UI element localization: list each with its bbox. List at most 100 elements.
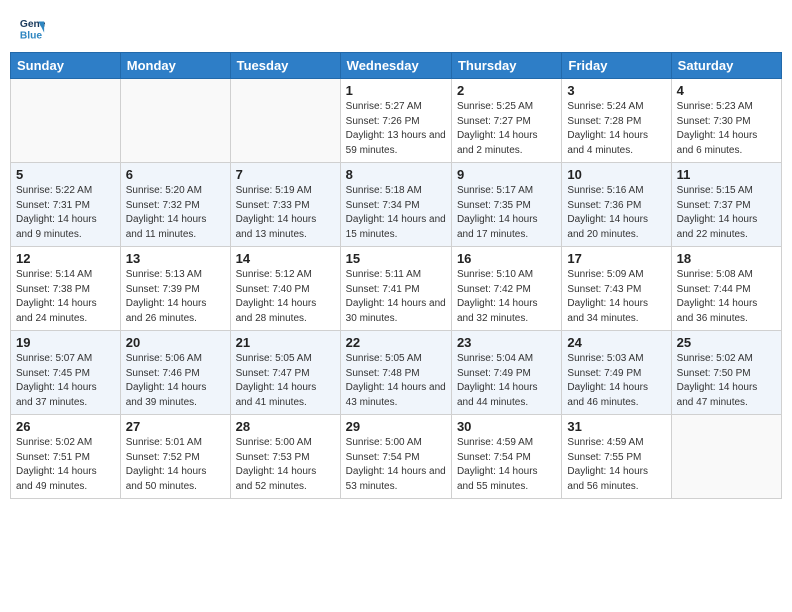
sunrise-text: Sunrise: 5:13 AM bbox=[126, 268, 225, 283]
calendar-day-cell: 14Sunrise: 5:12 AMSunset: 7:40 PMDayligh… bbox=[230, 247, 340, 331]
day-info: Sunrise: 4:59 AMSunset: 7:54 PMDaylight:… bbox=[457, 436, 556, 494]
day-number: 17 bbox=[567, 251, 665, 266]
sunrise-text: Sunrise: 5:07 AM bbox=[16, 352, 115, 367]
daylight-text: Daylight: 14 hours and 36 minutes. bbox=[677, 297, 776, 326]
day-number: 16 bbox=[457, 251, 556, 266]
calendar-day-cell: 28Sunrise: 5:00 AMSunset: 7:53 PMDayligh… bbox=[230, 415, 340, 499]
day-number: 2 bbox=[457, 83, 556, 98]
day-info: Sunrise: 5:25 AMSunset: 7:27 PMDaylight:… bbox=[457, 100, 556, 158]
daylight-text: Daylight: 14 hours and 17 minutes. bbox=[457, 213, 556, 242]
sunset-text: Sunset: 7:55 PM bbox=[567, 451, 665, 466]
empty-day-cell bbox=[11, 79, 121, 163]
day-number: 29 bbox=[346, 419, 446, 434]
day-number: 6 bbox=[126, 167, 225, 182]
calendar-day-cell: 1Sunrise: 5:27 AMSunset: 7:26 PMDaylight… bbox=[340, 79, 451, 163]
calendar-day-cell: 17Sunrise: 5:09 AMSunset: 7:43 PMDayligh… bbox=[562, 247, 671, 331]
calendar-day-cell: 2 Sunrise: 5:25 AMSunset: 7:27 PMDaylight… bbox=[451, 79, 561, 163]
sunset-text: Sunset: 7:46 PM bbox=[126, 367, 225, 382]
day-number: 26 bbox=[16, 419, 115, 434]
daylight-text: Daylight: 14 hours and 41 minutes. bbox=[236, 381, 335, 410]
day-info: Sunrise: 5:04 AMSunset: 7:49 PMDaylight:… bbox=[457, 352, 556, 410]
calendar-week-row: 1Sunrise: 5:27 AMSunset: 7:26 PMDaylight… bbox=[11, 79, 782, 163]
sunset-text: Sunset: 7:39 PM bbox=[126, 283, 225, 298]
sunrise-text: Sunrise: 5:20 AM bbox=[126, 184, 225, 199]
day-number: 27 bbox=[126, 419, 225, 434]
sunset-text: Sunset: 7:31 PM bbox=[16, 199, 115, 214]
sunrise-text: Sunrise: 5:11 AM bbox=[346, 268, 446, 283]
calendar-day-cell: 16 Sunrise: 5:10 AMSunset: 7:42 PMDayligh… bbox=[451, 247, 561, 331]
calendar-week-row: 12Sunrise: 5:14 AMSunset: 7:38 PMDayligh… bbox=[11, 247, 782, 331]
day-info: Sunrise: 5:01 AMSunset: 7:52 PMDaylight:… bbox=[126, 436, 225, 494]
calendar-day-cell: 4Sunrise: 5:23 AMSunset: 7:30 PMDaylight… bbox=[671, 79, 781, 163]
calendar-day-cell: 18Sunrise: 5:08 AMSunset: 7:44 PMDayligh… bbox=[671, 247, 781, 331]
sunset-text: Sunset: 7:43 PM bbox=[567, 283, 665, 298]
weekday-header-wednesday: Wednesday bbox=[340, 53, 451, 79]
sunset-text: Sunset: 7:40 PM bbox=[236, 283, 335, 298]
sunset-text: Sunset: 7:28 PM bbox=[567, 115, 665, 130]
calendar-day-cell: 27 Sunrise: 5:01 AMSunset: 7:52 PMDayligh… bbox=[120, 415, 230, 499]
sunrise-text: Sunrise: 5:18 AM bbox=[346, 184, 446, 199]
calendar-day-cell: 25Sunrise: 5:02 AMSunset: 7:50 PMDayligh… bbox=[671, 331, 781, 415]
sunrise-text: Sunrise: 5:04 AM bbox=[457, 352, 556, 367]
sunrise-text: Sunrise: 5:05 AM bbox=[236, 352, 335, 367]
day-number: 5 bbox=[16, 167, 115, 182]
day-number: 11 bbox=[677, 167, 776, 182]
daylight-text: Daylight: 14 hours and 46 minutes. bbox=[567, 381, 665, 410]
sunset-text: Sunset: 7:37 PM bbox=[677, 199, 776, 214]
weekday-header-thursday: Thursday bbox=[451, 53, 561, 79]
calendar-day-cell: 15Sunrise: 5:11 AMSunset: 7:41 PMDayligh… bbox=[340, 247, 451, 331]
sunset-text: Sunset: 7:41 PM bbox=[346, 283, 446, 298]
calendar-day-cell: 21Sunrise: 5:05 AMSunset: 7:47 PMDayligh… bbox=[230, 331, 340, 415]
sunrise-text: Sunrise: 5:00 AM bbox=[236, 436, 335, 451]
daylight-text: Daylight: 14 hours and 37 minutes. bbox=[16, 381, 115, 410]
empty-day-cell bbox=[120, 79, 230, 163]
day-number: 19 bbox=[16, 335, 115, 350]
day-number: 23 bbox=[457, 335, 556, 350]
sunrise-text: Sunrise: 5:03 AM bbox=[567, 352, 665, 367]
sunset-text: Sunset: 7:44 PM bbox=[677, 283, 776, 298]
sunrise-text: Sunrise: 5:06 AM bbox=[126, 352, 225, 367]
calendar-day-cell: 12Sunrise: 5:14 AMSunset: 7:38 PMDayligh… bbox=[11, 247, 121, 331]
daylight-text: Daylight: 14 hours and 50 minutes. bbox=[126, 465, 225, 494]
day-info: Sunrise: 5:15 AMSunset: 7:37 PMDaylight:… bbox=[677, 184, 776, 242]
day-number: 20 bbox=[126, 335, 225, 350]
page-header: General Blue bbox=[10, 10, 782, 46]
calendar-week-row: 19Sunrise: 5:07 AMSunset: 7:45 PMDayligh… bbox=[11, 331, 782, 415]
day-number: 9 bbox=[457, 167, 556, 182]
empty-day-cell bbox=[230, 79, 340, 163]
sunrise-text: Sunrise: 5:14 AM bbox=[16, 268, 115, 283]
daylight-text: Daylight: 14 hours and 15 minutes. bbox=[346, 213, 446, 242]
calendar-week-row: 5 Sunrise: 5:22 AMSunset: 7:31 PM Daylight… bbox=[11, 163, 782, 247]
day-number: 7 bbox=[236, 167, 335, 182]
calendar-day-cell: 3Sunrise: 5:24 AMSunset: 7:28 PMDaylight… bbox=[562, 79, 671, 163]
daylight-text: Daylight: 14 hours and 4 minutes. bbox=[567, 129, 665, 158]
daylight-text: Daylight: 14 hours and 30 minutes. bbox=[346, 297, 446, 326]
daylight-text: Daylight: 14 hours and 47 minutes. bbox=[677, 381, 776, 410]
calendar-day-cell: 29Sunrise: 5:00 AMSunset: 7:54 PMDayligh… bbox=[340, 415, 451, 499]
sunset-text: Sunset: 7:54 PM bbox=[457, 451, 556, 466]
sunrise-text: Sunrise: 5:00 AM bbox=[346, 436, 446, 451]
day-number: 3 bbox=[567, 83, 665, 98]
sunset-text: Sunset: 7:52 PM bbox=[126, 451, 225, 466]
sunrise-text: Sunrise: 4:59 AM bbox=[567, 436, 665, 451]
sunrise-text: Sunrise: 5:23 AM bbox=[677, 100, 776, 115]
sunrise-text: Sunrise: 5:25 AM bbox=[457, 100, 556, 115]
calendar-day-cell: 10Sunrise: 5:16 AMSunset: 7:36 PMDayligh… bbox=[562, 163, 671, 247]
day-info: Sunrise: 5:16 AMSunset: 7:36 PMDaylight:… bbox=[567, 184, 665, 242]
sunrise-text: Sunrise: 5:16 AM bbox=[567, 184, 665, 199]
sunrise-text: Sunrise: 5:19 AM bbox=[236, 184, 335, 199]
sunset-text: Sunset: 7:36 PM bbox=[567, 199, 665, 214]
daylight-text: Daylight: 14 hours and 32 minutes. bbox=[457, 297, 556, 326]
calendar-day-cell: 31Sunrise: 4:59 AMSunset: 7:55 PMDayligh… bbox=[562, 415, 671, 499]
sunrise-text: Sunrise: 5:22 AM bbox=[16, 184, 115, 199]
sunset-text: Sunset: 7:45 PM bbox=[16, 367, 115, 382]
day-number: 12 bbox=[16, 251, 115, 266]
day-number: 4 bbox=[677, 83, 776, 98]
logo: General Blue bbox=[18, 14, 48, 42]
weekday-header-friday: Friday bbox=[562, 53, 671, 79]
day-info: Sunrise: 5:10 AMSunset: 7:42 PMDaylight:… bbox=[457, 268, 556, 326]
daylight-text: Daylight: 14 hours and 39 minutes. bbox=[126, 381, 225, 410]
sunset-text: Sunset: 7:35 PM bbox=[457, 199, 556, 214]
day-info: Sunrise: 5:02 AMSunset: 7:50 PMDaylight:… bbox=[677, 352, 776, 410]
sunrise-text: Sunrise: 5:01 AM bbox=[126, 436, 225, 451]
